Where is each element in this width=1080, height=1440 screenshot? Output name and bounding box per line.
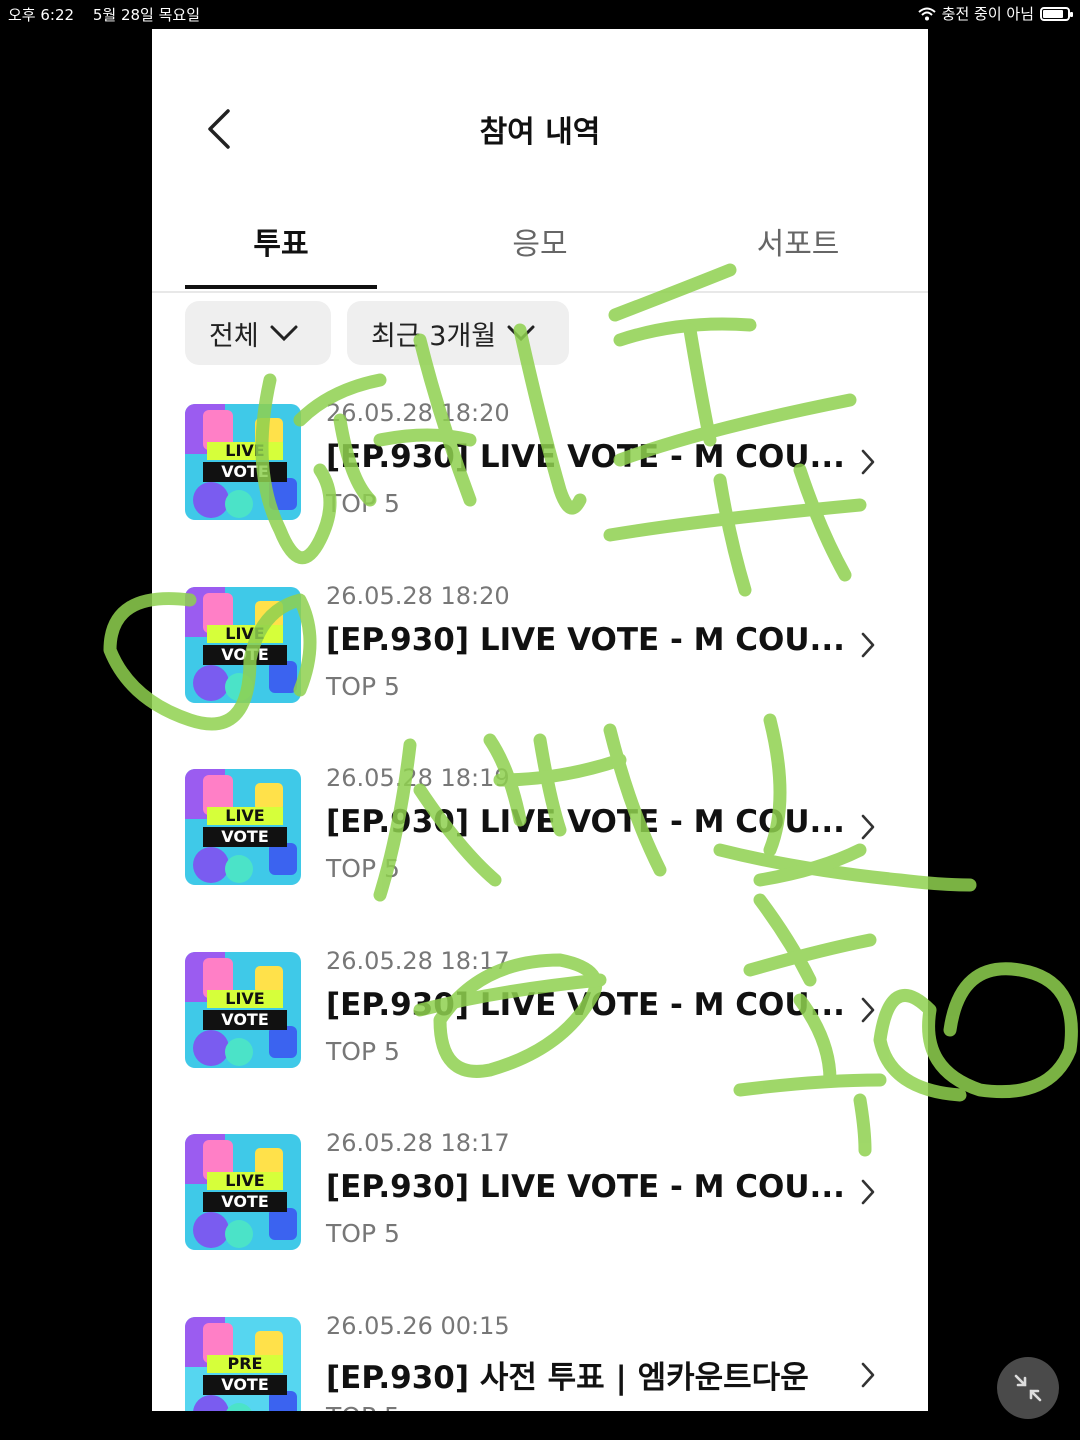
vote-date: 26.05.28 18:17 (326, 946, 510, 975)
vote-title: [EP.930] LIVE VOTE - M COU... (326, 804, 845, 840)
tab-bar: 투표 응모 서포트 (152, 209, 928, 293)
vote-thumbnail-image: LIVE VOTE (185, 404, 301, 520)
vote-history-item[interactable]: LIVE VOTE 26.05.28 18:20 [EP.930] LIVE VOTE… (152, 399, 928, 549)
thumbnail-badge-top: PRE (227, 1353, 263, 1373)
vote-thumbnail-image: LIVE VOTE (185, 951, 301, 1068)
vote-choice: TOP 5 (326, 1219, 400, 1248)
vote-title: [EP.930] LIVE VOTE - M COU... (326, 1169, 845, 1205)
period-filter-dropdown[interactable]: 최근 3개월 (347, 301, 569, 365)
thumbnail-badge-bottom: VOTE (221, 1374, 269, 1394)
tab-vote[interactable]: 투표 (185, 219, 377, 263)
vote-date: 26.05.26 00:15 (326, 1311, 510, 1340)
thumbnail-badge-top: LIVE (225, 806, 265, 825)
vote-title: [EP.930] LIVE VOTE - M COU... (326, 439, 845, 475)
vote-choice: TOP 5 (326, 671, 400, 701)
charging-status: 충전 중이 아님 (941, 5, 1034, 23)
period-filter-label: 최근 3개월 (371, 320, 497, 352)
tab-support[interactable]: 서포트 (702, 219, 894, 263)
wifi-icon (917, 7, 936, 20)
vote-history-item[interactable]: PRE VOTE 26.05.26 00:15 [EP.930] 사전 투표 | 엠카… (152, 1311, 928, 1412)
chevron-right-icon (861, 814, 875, 840)
vote-thumbnail-image: PRE VOTE (185, 1316, 301, 1411)
vote-history-item[interactable]: LIVE VOTE 26.05.28 18:17 [EP.930] LIVE VOTE… (152, 947, 928, 1097)
active-tab-indicator (185, 285, 377, 289)
vote-history-item[interactable]: LIVE VOTE 26.05.28 18:20 [EP.930] LIVE VOTE… (152, 582, 928, 732)
minimize-button[interactable] (997, 1357, 1059, 1419)
page-title: 참여 내역 (479, 115, 601, 150)
thumbnail-badge-top: LIVE (225, 1171, 265, 1190)
chevron-down-icon (270, 325, 298, 342)
vote-date: 26.05.28 18:19 (326, 764, 510, 792)
thumbnail-badge-bottom: VOTE (221, 827, 269, 846)
thumbnail-badge-top: LIVE (225, 441, 265, 460)
chevron-right-icon (861, 1179, 875, 1205)
vote-choice: TOP 5 (326, 489, 400, 518)
chevron-down-icon (507, 325, 535, 342)
vote-title: [EP.930] LIVE VOTE - M COU... (326, 986, 845, 1023)
vote-title: [EP.930] 사전 투표 | 엠카운트다운 (326, 1359, 809, 1396)
header: 참여 내역 (152, 29, 928, 209)
vote-thumbnail-image: LIVE VOTE (185, 586, 301, 703)
chevron-right-icon (861, 632, 875, 657)
chevron-right-icon (861, 997, 875, 1022)
battery-icon (1040, 6, 1073, 21)
status-time: 오후 6:22 (8, 6, 75, 24)
thumbnail-badge-bottom: VOTE (221, 1009, 269, 1029)
category-filter-label: 전체 (209, 320, 259, 352)
vote-choice: TOP 5 (326, 1036, 400, 1066)
thumbnail-badge-bottom: VOTE (221, 1192, 269, 1211)
status-date: 5월 28일 목요일 (92, 6, 201, 24)
tab-entry[interactable]: 응모 (444, 219, 636, 263)
thumbnail-badge-bottom: VOTE (221, 644, 269, 664)
thumbnail-badge-top: LIVE (225, 988, 265, 1008)
vote-choice: TOP 5 (326, 854, 400, 883)
vote-history-item[interactable]: LIVE VOTE 26.05.28 18:17 [EP.930] LIVE VOTE… (152, 1129, 928, 1279)
status-bar: 오후 6:22 5월 28일 목요일 충전 중이 아님 (0, 0, 1080, 28)
chevron-right-icon (861, 449, 875, 475)
thumbnail-badge-bottom: VOTE (221, 462, 269, 481)
status-left: 오후 6:22 5월 28일 목요일 (8, 4, 214, 25)
vote-date: 26.05.28 18:17 (326, 1129, 510, 1157)
participation-history-screen: 참여 내역 투표 응모 서포트 전체 최근 3개월 LIVE VOTE 26.05.… (152, 29, 928, 1411)
chevron-right-icon (861, 1362, 875, 1387)
vote-thumbnail-image: LIVE VOTE (185, 769, 301, 885)
status-right: 충전 중이 아님 (917, 3, 1073, 24)
vote-history-item[interactable]: LIVE VOTE 26.05.28 18:19 [EP.930] LIVE VOTE… (152, 764, 928, 914)
category-filter-dropdown[interactable]: 전체 (185, 301, 331, 365)
thumbnail-badge-top: LIVE (225, 623, 265, 643)
vote-title: [EP.930] LIVE VOTE - M COU... (326, 621, 845, 658)
vote-choice: TOP 5 (326, 1402, 400, 1412)
minimize-arrows-icon (1014, 1374, 1042, 1402)
vote-date: 26.05.28 18:20 (326, 399, 510, 427)
vote-thumbnail-image: LIVE VOTE (185, 1134, 301, 1250)
vote-date: 26.05.28 18:20 (326, 581, 510, 610)
